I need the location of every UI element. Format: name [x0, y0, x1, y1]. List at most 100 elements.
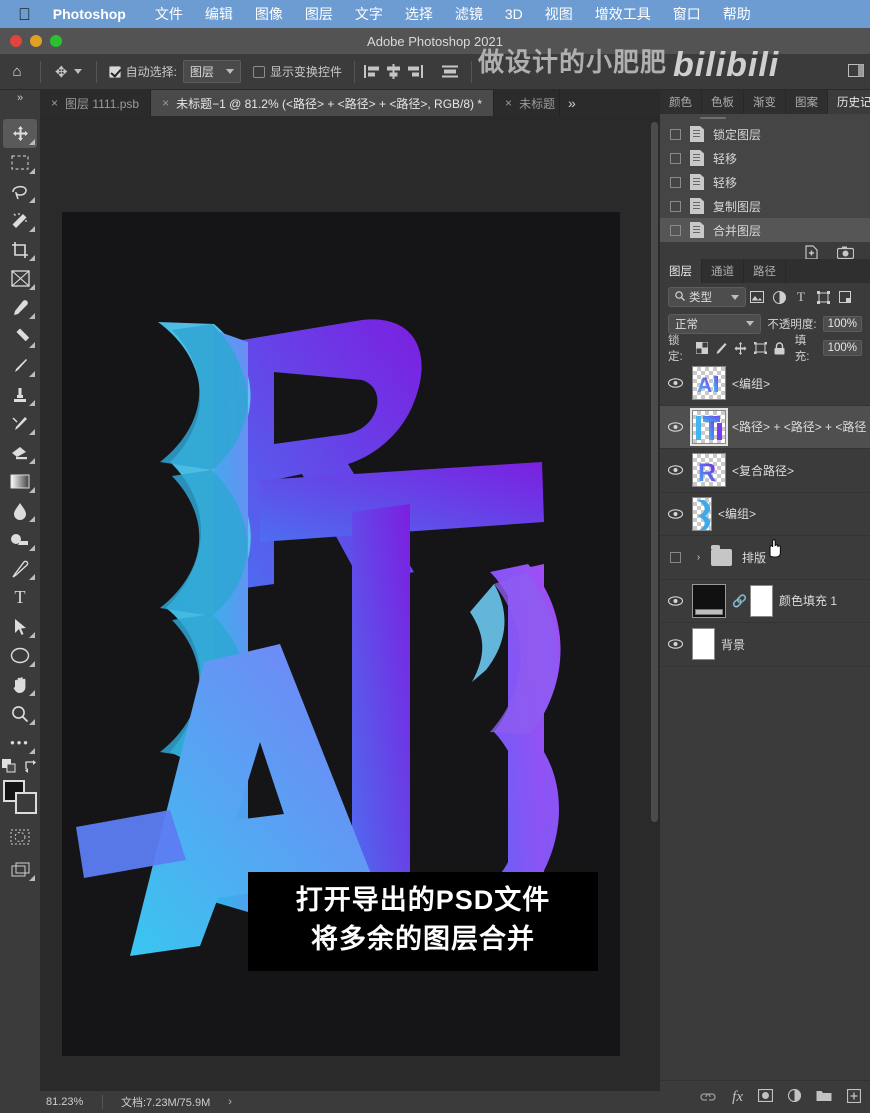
more-tabs-icon[interactable]: »	[560, 90, 584, 116]
document-tab-0[interactable]: × 图层 1111.psb	[40, 90, 152, 116]
lock-position-icon[interactable]	[734, 341, 747, 355]
layer-row-4[interactable]: › 排版	[660, 536, 870, 580]
history-item-2[interactable]: 轻移	[660, 170, 870, 194]
lock-transparent-pixels-icon[interactable]	[695, 342, 708, 354]
layer-row-0[interactable]: A <编组>	[660, 362, 870, 406]
canvas-vertical-scrollbar[interactable]	[651, 122, 658, 822]
layer-thumbnail[interactable]: A	[692, 366, 726, 401]
layer-thumbnail[interactable]	[690, 407, 728, 446]
history-state-checkbox[interactable]	[670, 152, 681, 164]
history-item-4[interactable]: 合并图层	[660, 218, 870, 242]
auto-select-checkbox[interactable]	[108, 65, 121, 78]
layer-row-6[interactable]: 背景	[660, 623, 870, 667]
link-layers-icon[interactable]	[699, 1090, 717, 1105]
layer-thumbnail[interactable]	[692, 583, 726, 618]
history-item-1[interactable]: 轻移	[660, 146, 870, 170]
layer-name[interactable]: 颜色填充 1	[779, 592, 837, 609]
background-color-swatch[interactable]	[15, 792, 37, 814]
layer-visibility-toggle[interactable]	[664, 596, 686, 606]
layer-name[interactable]: 排版	[742, 549, 766, 566]
panel-toggle-icon[interactable]	[848, 63, 870, 80]
filter-type-icon[interactable]: T	[790, 287, 812, 307]
filter-shape-icon[interactable]	[812, 287, 834, 307]
screen-mode-icon[interactable]	[3, 855, 37, 884]
document-tab-2[interactable]: × 未标题	[494, 90, 561, 116]
move-tool-icon[interactable]	[3, 119, 37, 148]
clone-stamp-tool-icon[interactable]	[3, 380, 37, 409]
align-left-icon[interactable]	[361, 61, 383, 83]
menu-item-type[interactable]: 文字	[344, 4, 394, 24]
blend-mode-dropdown[interactable]: 正常	[668, 313, 762, 334]
layer-row-3[interactable]: <编组>	[660, 493, 870, 536]
healing-brush-tool-icon[interactable]	[3, 322, 37, 351]
menu-item-help[interactable]: 帮助	[712, 4, 762, 24]
layer-thumbnail[interactable]: R	[692, 453, 726, 488]
align-right-icon[interactable]	[405, 61, 427, 83]
path-selection-tool-icon[interactable]	[3, 612, 37, 641]
edit-toolbar-icon[interactable]: •••	[3, 728, 37, 757]
close-icon[interactable]: ×	[51, 96, 58, 110]
align-center-horizontal-icon[interactable]	[383, 61, 405, 83]
menu-item-select[interactable]: 选择	[394, 4, 444, 24]
ellipse-tool-icon[interactable]	[3, 641, 37, 670]
menu-item-image[interactable]: 图像	[244, 4, 294, 24]
magic-wand-tool-icon[interactable]	[3, 206, 37, 235]
new-group-icon[interactable]	[816, 1089, 832, 1105]
layer-visibility-toggle[interactable]	[664, 378, 686, 388]
lock-all-icon[interactable]	[774, 341, 786, 355]
layer-row-5[interactable]: 🔗 颜色填充 1	[660, 580, 870, 623]
expand-panels-icon[interactable]: »	[0, 90, 40, 116]
blur-tool-icon[interactable]	[3, 496, 37, 525]
document-tab-1[interactable]: × 未标题−1 @ 81.2% (<路径> + <路径> + <路径>, RGB…	[151, 90, 495, 116]
menu-item-edit[interactable]: 编辑	[194, 4, 244, 24]
history-state-checkbox[interactable]	[670, 200, 681, 212]
filter-smart-object-icon[interactable]	[834, 287, 856, 307]
hand-tool-icon[interactable]	[3, 670, 37, 699]
layer-name[interactable]: <复合路径>	[732, 462, 794, 479]
fill-field[interactable]: 100%	[822, 340, 862, 356]
menu-item-plugins[interactable]: 增效工具	[584, 4, 662, 24]
show-transform-checkbox[interactable]	[252, 65, 265, 78]
menu-item-3d[interactable]: 3D	[494, 6, 534, 22]
show-transform-controls-option[interactable]: 显示变换控件	[247, 54, 348, 89]
layer-visibility-toggle[interactable]	[664, 422, 686, 432]
type-tool-icon[interactable]: T	[3, 583, 37, 612]
tab-patterns[interactable]: 图案	[786, 90, 828, 114]
tab-layers[interactable]: 图层	[660, 259, 702, 283]
layer-visibility-toggle[interactable]	[664, 509, 686, 519]
menu-item-view[interactable]: 视图	[534, 4, 584, 24]
tab-swatches[interactable]: 色板	[702, 90, 744, 114]
align-top-icon[interactable]	[439, 61, 461, 83]
new-adjustment-layer-icon[interactable]	[787, 1088, 802, 1105]
new-layer-icon[interactable]	[846, 1088, 862, 1106]
filter-pixel-icon[interactable]	[746, 287, 768, 307]
layer-name[interactable]: <路径> + <路径> + <路径	[732, 418, 866, 435]
home-icon[interactable]: ⌂	[0, 63, 34, 80]
gradient-tool-icon[interactable]	[3, 467, 37, 496]
lock-artboard-icon[interactable]	[753, 342, 767, 354]
layer-thumbnail[interactable]	[692, 628, 715, 661]
chevron-right-icon[interactable]: ›	[210, 1096, 232, 1108]
apple-icon[interactable]: 	[18, 6, 31, 23]
layer-name[interactable]: 背景	[721, 636, 745, 653]
pen-tool-icon[interactable]	[3, 554, 37, 583]
lock-image-pixels-icon[interactable]	[715, 342, 727, 355]
close-icon[interactable]: ×	[505, 96, 512, 110]
layer-style-icon[interactable]: fx	[732, 1089, 743, 1106]
add-layer-mask-icon[interactable]	[757, 1088, 774, 1105]
layer-row-2[interactable]: R <复合路径>	[660, 449, 870, 493]
history-item-0[interactable]: 锁定图层	[660, 122, 870, 146]
layer-visibility-toggle[interactable]	[664, 639, 686, 649]
tab-channels[interactable]: 通道	[702, 259, 744, 283]
artboard[interactable]: 打开导出的PSD文件 将多余的图层合并	[62, 212, 620, 1056]
chevron-right-icon[interactable]: ›	[692, 552, 705, 563]
history-brush-tool-icon[interactable]	[3, 409, 37, 438]
layer-visibility-toggle[interactable]	[664, 551, 686, 563]
history-state-checkbox[interactable]	[670, 176, 681, 188]
layer-row-1[interactable]: <路径> + <路径> + <路径	[660, 405, 870, 449]
crop-tool-icon[interactable]	[3, 235, 37, 264]
quick-mask-icon[interactable]	[3, 822, 37, 851]
layer-name[interactable]: <编组>	[718, 505, 756, 522]
layer-mask-thumbnail[interactable]	[750, 584, 773, 617]
opacity-field[interactable]: 100%	[822, 315, 862, 332]
